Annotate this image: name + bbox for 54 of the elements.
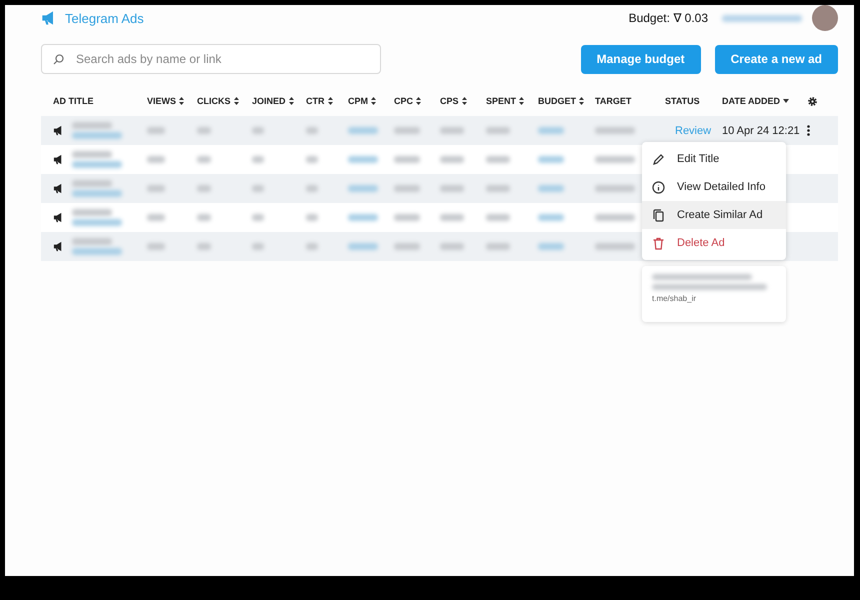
megaphone-icon: [53, 241, 64, 252]
sort-icon[interactable]: [416, 97, 422, 105]
blurred-ad-link: [72, 161, 122, 168]
avatar[interactable]: [812, 5, 838, 31]
megaphone-icon: [53, 154, 64, 165]
menu-item[interactable]: Edit Title: [642, 145, 786, 173]
sort-icon[interactable]: [328, 97, 332, 105]
settings-icon[interactable]: [807, 96, 818, 106]
budget-label: Budget: ∇ 0.03: [628, 11, 708, 25]
megaphone-icon: [53, 125, 64, 136]
column-header[interactable]: CTR: [306, 96, 324, 106]
blurred-ad-link: [72, 132, 122, 139]
column-header[interactable]: CLICKS: [197, 96, 230, 106]
trash-icon: [652, 236, 665, 250]
menu-item[interactable]: View Detailed Info: [642, 173, 786, 201]
sort-descending-icon[interactable]: [783, 99, 789, 103]
search-icon: [53, 54, 64, 65]
sort-icon[interactable]: [371, 97, 376, 105]
date-added: 10 Apr 24 12:21: [722, 124, 800, 136]
more-options-icon[interactable]: [807, 125, 810, 136]
info-icon: [652, 180, 665, 194]
copy-icon: [652, 208, 665, 222]
table-row[interactable]: Review 10 Apr 24 12:21: [41, 116, 838, 145]
blurred-ad-link: [72, 248, 122, 255]
blurred-ad-link: [72, 219, 122, 226]
blurred-ad-link: [72, 190, 122, 197]
blurred-ad-title: [72, 238, 112, 245]
sort-icon[interactable]: [519, 97, 524, 105]
menu-item[interactable]: Delete Ad: [642, 229, 786, 257]
blurred-ad-title: [72, 180, 112, 187]
blurred-ad-title: [72, 151, 112, 158]
column-header[interactable]: DATE ADDED: [722, 96, 780, 106]
blurred-ad-title: [72, 209, 112, 216]
menu-item[interactable]: Create Similar Ad: [642, 201, 786, 229]
sort-icon[interactable]: [234, 97, 238, 105]
column-header: TARGET: [595, 96, 632, 106]
column-header[interactable]: VIEWS: [147, 96, 176, 106]
column-header: STATUS: [665, 96, 700, 106]
megaphone-icon: [53, 183, 64, 194]
sort-icon[interactable]: [579, 97, 584, 105]
column-header[interactable]: CPS: [440, 96, 459, 106]
search-field[interactable]: Search ads by name or link: [41, 44, 381, 74]
column-header[interactable]: SPENT: [486, 96, 516, 106]
sort-icon[interactable]: [288, 97, 294, 105]
megaphone-icon: [53, 212, 64, 223]
column-header: AD TITLE: [53, 96, 94, 106]
column-header[interactable]: CPM: [348, 96, 368, 106]
blurred-ad-title: [72, 122, 112, 129]
column-header[interactable]: BUDGET: [538, 96, 576, 106]
column-header[interactable]: CPC: [394, 96, 414, 106]
sort-icon[interactable]: [179, 97, 184, 105]
sort-icon[interactable]: [462, 97, 467, 105]
pencil-icon: [652, 152, 665, 166]
column-header[interactable]: JOINED: [252, 96, 286, 106]
